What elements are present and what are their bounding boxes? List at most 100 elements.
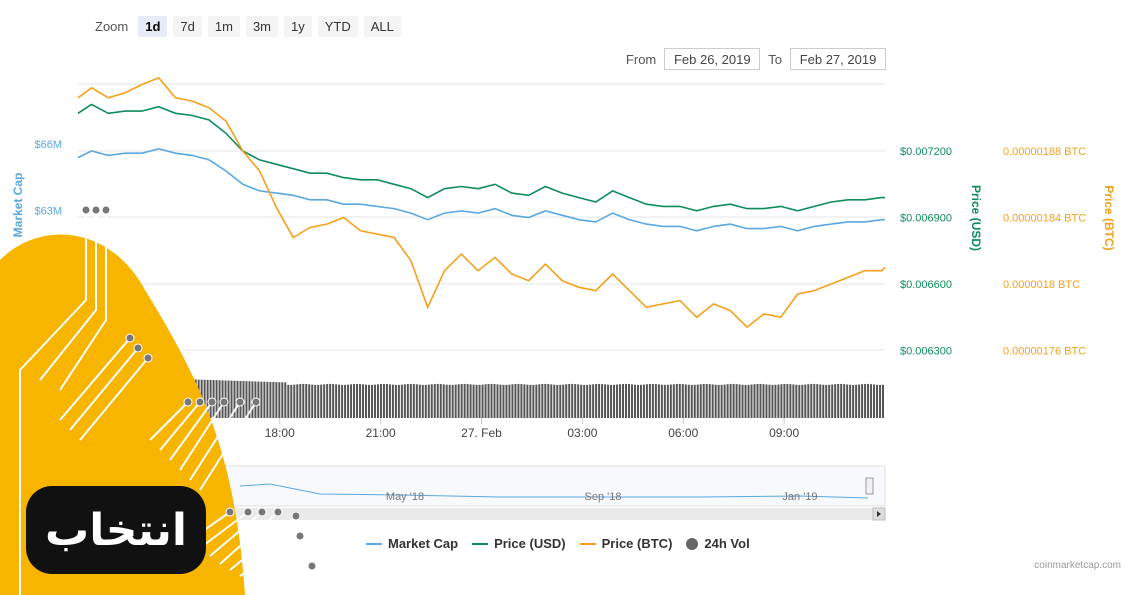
volume-bar: [601, 384, 604, 418]
volume-bar: [326, 384, 329, 418]
volume-bar: [610, 384, 613, 418]
volume-bar: [329, 383, 332, 418]
volume-bar: [445, 384, 448, 418]
volume-bar: [738, 384, 741, 418]
volume-bar: [365, 384, 368, 418]
volume-bar: [335, 384, 338, 418]
volume-bar: [613, 384, 616, 418]
volume-bar: [879, 384, 882, 418]
volume-bar: [281, 382, 284, 418]
legend-price-usd[interactable]: Price (USD): [472, 536, 566, 551]
volume-bar: [272, 382, 275, 418]
volume-bar: [370, 384, 373, 418]
volume-bar: [556, 384, 559, 418]
volume-bar: [693, 384, 696, 418]
volume-bar: [538, 384, 541, 418]
price-btc-tick-0: 0.00000188 BTC: [1003, 146, 1086, 158]
legend-market-cap[interactable]: Market Cap: [366, 536, 458, 551]
volume-bar: [562, 384, 565, 418]
legend-24h-vol[interactable]: 24h Vol: [686, 536, 750, 551]
volume-bar: [771, 384, 774, 418]
volume-bar: [633, 384, 636, 418]
circuit-node: [273, 507, 283, 517]
volume-bar: [660, 384, 663, 418]
circuit-node: [125, 333, 135, 343]
circuit-node: [101, 205, 111, 215]
volume-bar: [580, 384, 583, 418]
volume-bar: [583, 384, 586, 418]
volume-bar: [415, 384, 418, 418]
volume-bar: [427, 384, 430, 418]
volume-bar: [266, 381, 269, 418]
volume-bar: [669, 384, 672, 418]
volume-bar: [577, 384, 580, 418]
volume-bar: [520, 384, 523, 418]
volume-bar: [302, 383, 305, 418]
volume-bar: [810, 383, 813, 418]
volume-bar: [391, 384, 394, 418]
volume-bar: [511, 384, 514, 418]
volume-bar: [526, 384, 529, 418]
volume-bar: [359, 384, 362, 418]
volume-bar: [795, 384, 798, 418]
volume-bar: [798, 384, 801, 418]
volume-bar: [269, 381, 272, 418]
volume-bar: [639, 384, 642, 418]
volume-bar: [837, 383, 840, 418]
volume-bar: [870, 384, 873, 418]
volume-bar: [678, 383, 681, 418]
circuit-node: [133, 343, 143, 353]
legend-market-cap-label: Market Cap: [388, 536, 459, 551]
volume-bar: [344, 384, 347, 418]
circuit-trace: [249, 565, 313, 587]
volume-bar: [876, 384, 879, 418]
volume-bar: [816, 384, 819, 418]
volume-bar: [353, 384, 356, 418]
volume-bar: [792, 384, 795, 418]
volume-bar: [338, 384, 341, 418]
volume-bars: [108, 376, 885, 418]
circuit-node: [251, 397, 261, 407]
volume-bar: [347, 384, 350, 418]
volume-bar: [406, 384, 409, 418]
volume-bar: [541, 384, 544, 418]
series-line-price-btc: [77, 76, 886, 329]
volume-bar: [744, 384, 747, 418]
legend-market-cap-swatch: [366, 542, 382, 545]
volume-bar: [320, 384, 323, 418]
volume-bar: [481, 384, 484, 418]
volume-bar: [382, 383, 385, 418]
x-tick-label-5: 06:00: [668, 426, 698, 440]
price-usd-tick-1: $0.006900: [900, 213, 952, 225]
volume-bar: [765, 384, 768, 418]
volume-bar: [466, 384, 469, 418]
volume-bar: [723, 384, 726, 418]
volume-bar: [825, 384, 828, 418]
volume-bar: [565, 384, 568, 418]
volume-bar: [616, 384, 619, 418]
legend-24h-vol-label: 24h Vol: [704, 536, 750, 551]
volume-bar: [846, 384, 849, 418]
volume-bar: [711, 384, 714, 418]
volume-bar: [499, 384, 502, 418]
volume-bar: [645, 384, 648, 418]
volume-bar: [807, 384, 810, 418]
volume-bar: [696, 384, 699, 418]
circuit-node: [295, 531, 305, 541]
volume-bar: [732, 383, 735, 418]
volume-bar: [532, 384, 535, 418]
volume-bar: [436, 383, 439, 418]
volume-bar: [547, 384, 550, 418]
navigator-tick-1: Sep '18: [585, 491, 622, 503]
volume-bar: [385, 384, 388, 418]
legend-price-btc[interactable]: Price (BTC): [579, 536, 673, 551]
volume-bar: [350, 384, 353, 418]
circuit-trace: [239, 535, 301, 577]
price-btc-axis-title: Price (BTC): [1102, 185, 1116, 250]
volume-bar: [433, 384, 436, 418]
volume-bar: [720, 384, 723, 418]
volume-bar: [508, 384, 511, 418]
volume-bar: [780, 384, 783, 418]
volume-bar: [550, 384, 553, 418]
legend-price-btc-label: Price (BTC): [601, 536, 673, 551]
